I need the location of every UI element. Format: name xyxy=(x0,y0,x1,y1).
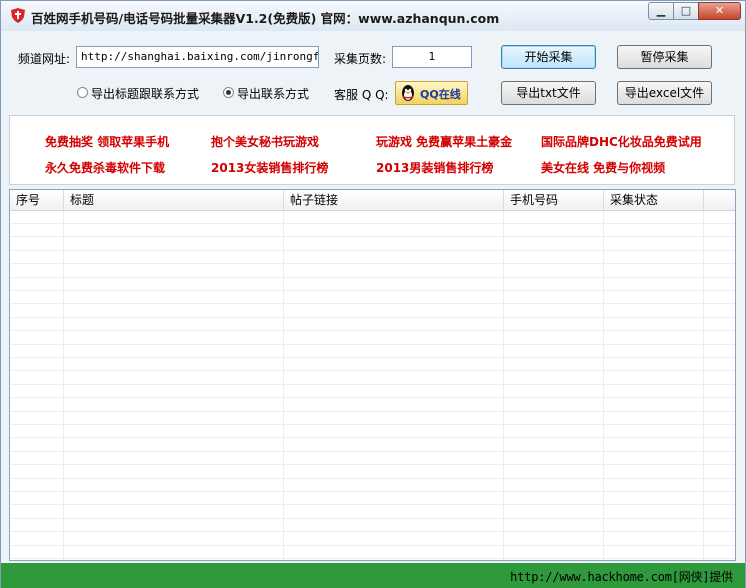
table-row[interactable] xyxy=(10,466,735,479)
pages-input[interactable]: 1 xyxy=(392,46,472,68)
status-text: http://www.hackhome.com[网侠]提供 xyxy=(510,570,733,584)
pages-label: 采集页数: xyxy=(334,52,387,66)
qq-penguin-icon xyxy=(402,85,414,101)
ad-link[interactable]: 抱个美女秘书玩游戏 xyxy=(211,133,319,150)
table-row[interactable] xyxy=(10,546,735,559)
title-bar[interactable]: 百姓网手机号码/电话号码批量采集器V1.2(免费版) 官网：www.azhanq… xyxy=(1,1,745,31)
table-row[interactable] xyxy=(10,492,735,506)
radio-contact-only-label[interactable]: 导出联系方式 xyxy=(237,85,309,102)
table-row[interactable] xyxy=(10,224,735,238)
column-header-filler xyxy=(704,190,735,210)
export-excel-button[interactable]: 导出excel文件 xyxy=(617,81,712,105)
window-title: 百姓网手机号码/电话号码批量采集器V1.2(免费版) 官网：www.azhanq… xyxy=(31,11,500,26)
column-divider xyxy=(703,211,704,560)
export-txt-button[interactable]: 导出txt文件 xyxy=(501,81,596,105)
qq-online-label: QQ在线 xyxy=(420,88,461,101)
ad-link[interactable]: 免费抽奖 领取苹果手机 xyxy=(45,133,169,150)
table-row[interactable] xyxy=(10,332,735,345)
column-divider xyxy=(503,211,504,560)
table-header: 序号 标题 帖子链接 手机号码 采集状态 xyxy=(10,190,735,211)
ad-link[interactable]: 玩游戏 免费赢苹果土豪金 xyxy=(376,133,512,150)
close-button[interactable]: ✕ xyxy=(698,2,741,20)
table-row[interactable] xyxy=(10,318,735,332)
channel-url-input[interactable]: http://shanghai.baixing.com/jinrongfuwu/ xyxy=(76,46,319,68)
radio-title-contact-label[interactable]: 导出标题跟联系方式 xyxy=(91,85,199,102)
table-row[interactable] xyxy=(10,425,735,439)
table-row[interactable] xyxy=(10,211,735,224)
table-row[interactable] xyxy=(10,506,735,519)
table-body xyxy=(10,211,735,560)
table-row[interactable] xyxy=(10,533,735,546)
table-row[interactable] xyxy=(10,372,735,385)
qq-online-button[interactable]: QQ在线 xyxy=(395,81,468,105)
radio-contact-only[interactable] xyxy=(223,87,234,98)
column-divider xyxy=(283,211,284,560)
ad-links-panel: 免费抽奖 领取苹果手机 抱个美女秘书玩游戏 玩游戏 免费赢苹果土豪金 国际品牌D… xyxy=(9,115,735,185)
column-header-status[interactable]: 采集状态 xyxy=(604,190,704,210)
ad-link[interactable]: 美女在线 免费与你视频 xyxy=(541,159,665,176)
table-row[interactable] xyxy=(10,345,735,358)
table-row[interactable] xyxy=(10,452,735,466)
ad-link[interactable]: 永久免费杀毒软件下载 xyxy=(45,159,165,176)
column-header-phone[interactable]: 手机号码 xyxy=(504,190,604,210)
column-divider xyxy=(63,211,64,560)
ad-link[interactable]: 国际品牌DHC化妆品免费试用 xyxy=(541,133,702,150)
table-row[interactable] xyxy=(10,385,735,399)
ad-link[interactable]: 2013男装销售排行榜 xyxy=(376,159,493,176)
radio-title-contact[interactable] xyxy=(77,87,88,98)
minimize-button[interactable]: ▁ xyxy=(648,2,674,20)
table-row[interactable] xyxy=(10,265,735,278)
table-row[interactable] xyxy=(10,479,735,492)
channel-url-label: 频道网址: xyxy=(18,52,71,66)
results-table[interactable]: 序号 标题 帖子链接 手机号码 采集状态 xyxy=(9,189,736,561)
column-divider xyxy=(603,211,604,560)
table-row[interactable] xyxy=(10,439,735,452)
table-row[interactable] xyxy=(10,305,735,318)
table-row[interactable] xyxy=(10,238,735,251)
start-collect-button[interactable]: 开始采集 xyxy=(501,45,596,69)
table-row[interactable] xyxy=(10,358,735,372)
app-window: 百姓网手机号码/电话号码批量采集器V1.2(免费版) 官网：www.azhanq… xyxy=(0,0,746,588)
table-row[interactable] xyxy=(10,251,735,265)
status-bar: http://www.hackhome.com[网侠]提供 xyxy=(1,563,745,588)
column-header-title[interactable]: 标题 xyxy=(64,190,284,210)
column-header-index[interactable]: 序号 xyxy=(10,190,64,210)
table-row[interactable] xyxy=(10,399,735,412)
support-qq-label: 客服 Q Q: xyxy=(334,88,389,102)
pause-collect-button[interactable]: 暂停采集 xyxy=(617,45,712,69)
ad-link[interactable]: 2013女装销售排行榜 xyxy=(211,159,328,176)
table-row[interactable] xyxy=(10,291,735,305)
maximize-button[interactable]: □ xyxy=(673,2,699,20)
table-row[interactable] xyxy=(10,412,735,425)
shield-logo-icon xyxy=(11,8,25,23)
table-row[interactable] xyxy=(10,519,735,533)
column-header-post-link[interactable]: 帖子链接 xyxy=(284,190,504,210)
table-row[interactable] xyxy=(10,278,735,291)
